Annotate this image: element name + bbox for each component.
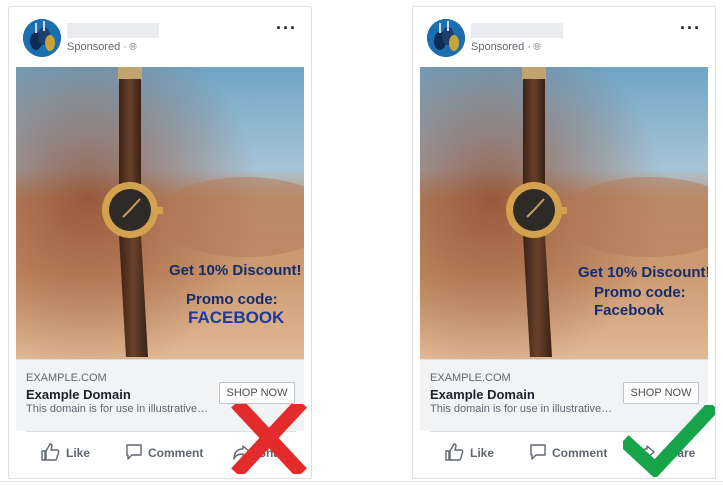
- comment-button[interactable]: Comment: [124, 442, 214, 466]
- overlay-discount-text: Get 10% Discount!: [169, 262, 302, 279]
- overlay-promo-label: Promo code:: [186, 291, 278, 308]
- link-title: Example Domain: [26, 387, 131, 402]
- like-button[interactable]: Like: [40, 442, 100, 466]
- post-header: Sponsored · 🌐︎ ···: [9, 7, 311, 67]
- comment-button[interactable]: Comment: [528, 442, 618, 466]
- more-options-icon[interactable]: ···: [276, 19, 297, 37]
- link-domain: EXAMPLE.COM: [430, 372, 511, 384]
- avatar[interactable]: [427, 19, 465, 57]
- sponsored-label: Sponsored · 🌐︎: [67, 41, 137, 53]
- shop-now-button[interactable]: SHOP NOW: [219, 382, 295, 404]
- comment-icon: [530, 444, 546, 460]
- comment-icon: [126, 444, 142, 460]
- globe-icon: 🌐︎: [532, 42, 541, 53]
- globe-icon: 🌐︎: [128, 42, 137, 53]
- avatar[interactable]: [23, 19, 61, 57]
- post-header: Sponsored · 🌐︎ ···: [413, 7, 715, 67]
- page-name-redacted[interactable]: [67, 23, 159, 38]
- link-description: This domain is for use in illustrative…: [430, 403, 613, 415]
- ad-card-left: Sponsored · 🌐︎ ··· Get 10% Discount! Pro…: [8, 6, 312, 479]
- ad-image[interactable]: Get 10% Discount! Promo code: FACEBOOK: [16, 67, 304, 359]
- shop-now-button[interactable]: SHOP NOW: [623, 382, 699, 404]
- link-description: This domain is for use in illustrative…: [26, 403, 209, 415]
- thumbs-up-icon: [41, 443, 60, 461]
- more-options-icon[interactable]: ···: [680, 19, 701, 37]
- link-domain: EXAMPLE.COM: [26, 372, 107, 384]
- overlay-discount-text: Get 10% Discount!: [578, 264, 708, 281]
- ad-image[interactable]: Get 10% Discount! Promo code: Facebook: [420, 67, 708, 359]
- overlay-promo-code: Facebook: [594, 302, 665, 319]
- thumbs-up-icon: [445, 443, 464, 461]
- link-title: Example Domain: [430, 387, 535, 402]
- green-check-icon: [623, 405, 715, 477]
- sponsored-label: Sponsored · 🌐︎: [471, 41, 541, 53]
- overlay-promo-code: FACEBOOK: [188, 308, 285, 327]
- bottom-divider: [0, 481, 723, 482]
- page-name-redacted[interactable]: [471, 23, 563, 38]
- like-button[interactable]: Like: [444, 442, 504, 466]
- red-x-icon: [231, 404, 307, 474]
- ad-card-right: Sponsored · 🌐︎ ··· Get 10% Discount! Pro…: [412, 6, 716, 479]
- overlay-promo-label: Promo code:: [594, 284, 686, 301]
